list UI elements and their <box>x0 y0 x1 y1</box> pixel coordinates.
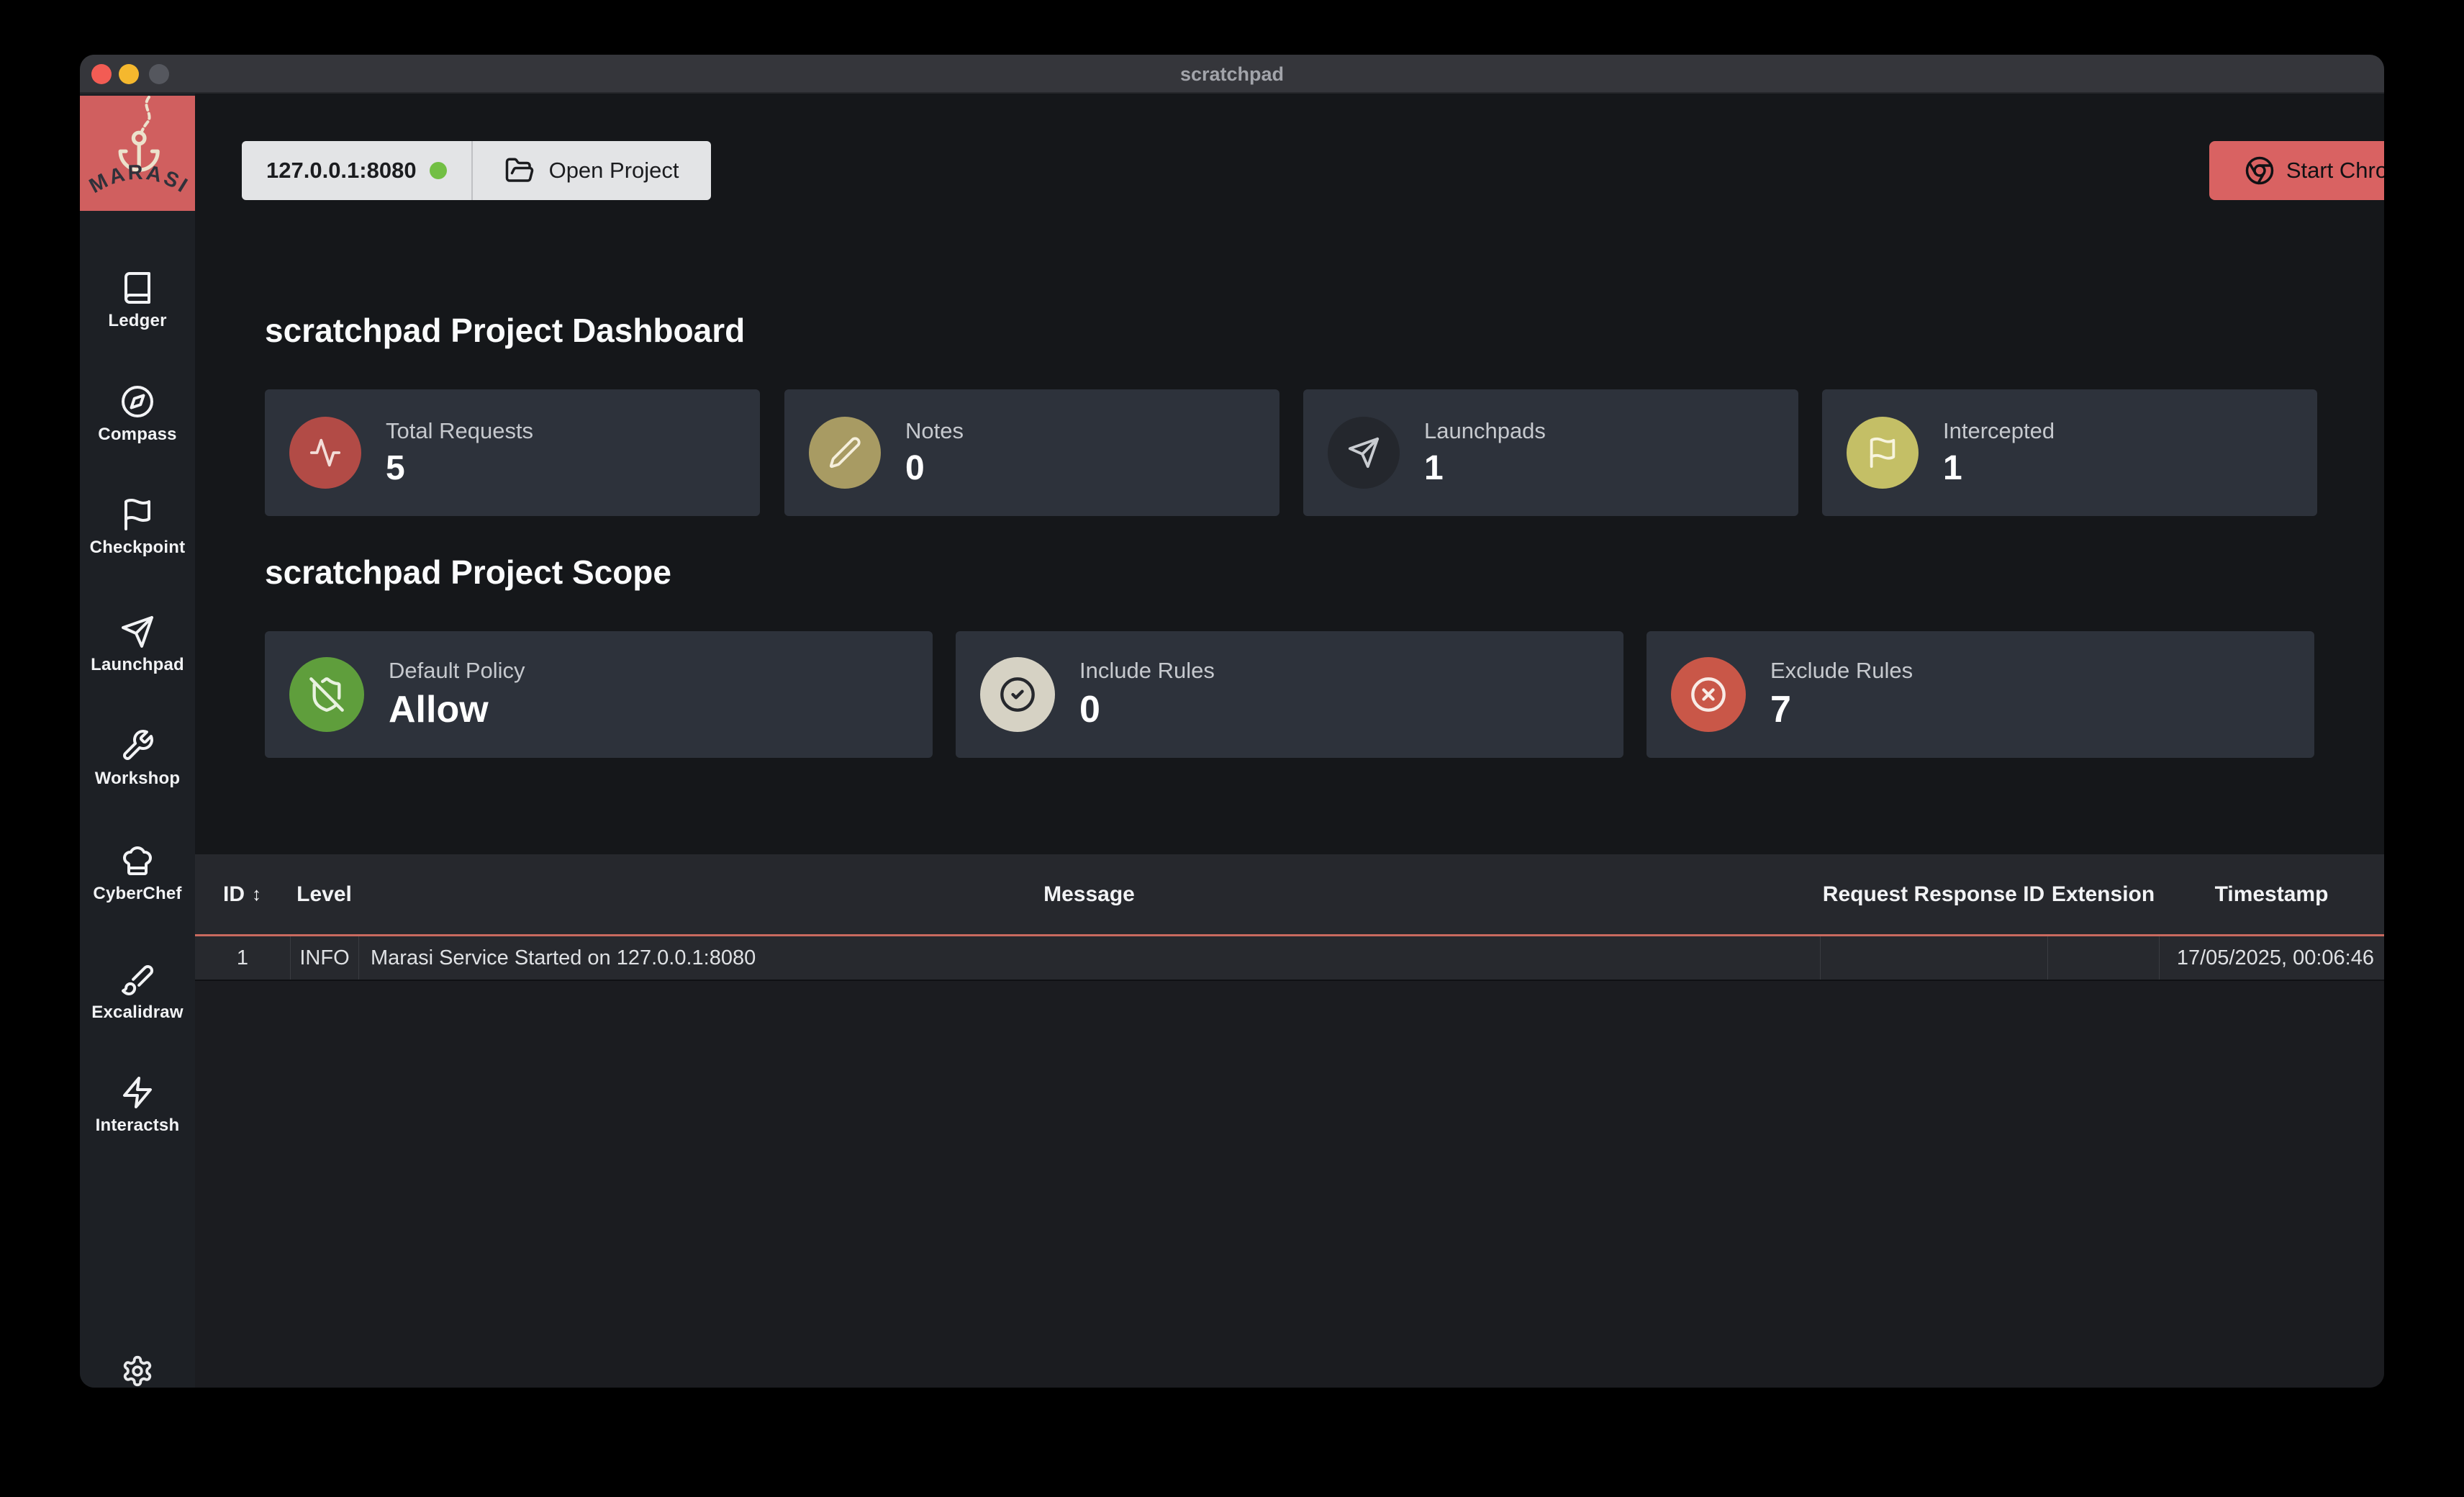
window-title: scratchpad <box>80 55 2384 94</box>
table-row[interactable]: 1 INFO Marasi Service Started on 127.0.0… <box>195 936 2384 981</box>
cell-request-response-id <box>1820 936 2047 980</box>
sort-icon[interactable]: ↕ <box>252 883 261 905</box>
start-chrome-button[interactable]: Start Chrome <box>2209 141 2384 200</box>
circle-check-icon <box>980 657 1055 732</box>
send-icon <box>120 615 155 649</box>
stat-value: 5 <box>386 448 533 488</box>
compass-icon <box>120 384 155 419</box>
shield-off-icon <box>289 657 364 732</box>
proxy-status-dot <box>430 162 447 179</box>
cell-id: 1 <box>195 936 290 980</box>
log-table: ID ↕ Level Message Request Response ID E… <box>195 854 2384 1388</box>
sidebar-item-cyberchef[interactable]: CyberChef <box>80 844 195 904</box>
gear-icon <box>121 1354 154 1388</box>
wrench-icon <box>120 728 155 763</box>
desktop-background: scratchpad MARASI <box>0 0 2464 1497</box>
open-project-label: Open Project <box>549 158 679 184</box>
proxy-address: 127.0.0.1:8080 <box>266 158 417 184</box>
sidebar-item-label: Compass <box>80 425 195 445</box>
title-bar[interactable]: scratchpad <box>80 55 2384 94</box>
chef-hat-icon <box>120 844 155 878</box>
app-window: scratchpad MARASI <box>80 55 2384 1388</box>
sidebar-item-excalidraw[interactable]: Excalidraw <box>80 962 195 1023</box>
flag-icon <box>1847 417 1919 489</box>
marasi-logo: MARASI <box>80 96 195 211</box>
scope-card-default-policy: Default Policy Allow <box>265 631 933 758</box>
cell-timestamp: 17/05/2025, 00:06:46 <box>2159 936 2384 980</box>
stat-label: Total Requests <box>386 418 533 444</box>
sidebar-item-label: Launchpad <box>80 655 195 675</box>
brush-icon <box>120 962 155 997</box>
sidebar: MARASI Ledger Compass Checkpoint Launchp… <box>80 94 195 1388</box>
stat-value: 0 <box>905 448 964 488</box>
cell-level: INFO <box>290 936 358 980</box>
stat-card-total-requests: Total Requests 5 <box>265 389 760 516</box>
column-header-timestamp[interactable]: Timestamp <box>2159 854 2384 934</box>
proxy-control: 127.0.0.1:8080 Open Project <box>242 141 711 200</box>
flag-icon <box>120 497 155 532</box>
anchor-icon: MARASI <box>80 96 195 211</box>
sidebar-item-launchpad[interactable]: Launchpad <box>80 615 195 675</box>
send-icon <box>1328 417 1400 489</box>
pencil-icon <box>809 417 881 489</box>
sidebar-item-checkpoint[interactable]: Checkpoint <box>80 497 195 558</box>
scope-label: Default Policy <box>389 658 525 684</box>
cell-extension <box>2047 936 2159 980</box>
open-project-button[interactable]: Open Project <box>473 141 711 200</box>
sidebar-item-workshop[interactable]: Workshop <box>80 728 195 789</box>
start-chrome-label: Start Chrome <box>2286 158 2384 184</box>
cell-message: Marasi Service Started on 127.0.0.1:8080 <box>358 936 1820 980</box>
scope-card-exclude-rules: Exclude Rules 7 <box>1647 631 2314 758</box>
chrome-icon <box>2245 155 2275 186</box>
sidebar-item-label: Excalidraw <box>80 1003 195 1023</box>
scope-value: 0 <box>1079 688 1215 731</box>
column-header-message[interactable]: Message <box>358 854 1820 934</box>
main-content: 127.0.0.1:8080 Open Project Start Chrome… <box>195 94 2384 1388</box>
dashboard-title: scratchpad Project Dashboard <box>265 311 745 350</box>
logo-text: MARASI <box>86 161 193 199</box>
stat-label: Intercepted <box>1943 418 2055 444</box>
stat-label: Notes <box>905 418 964 444</box>
settings-button[interactable] <box>80 1354 195 1388</box>
sidebar-item-interactsh[interactable]: Interactsh <box>80 1075 195 1136</box>
proxy-address-button[interactable]: 127.0.0.1:8080 <box>242 141 471 200</box>
sidebar-item-ledger[interactable]: Ledger <box>80 271 195 331</box>
svg-text:MARASI: MARASI <box>86 161 193 199</box>
sidebar-item-label: CyberChef <box>80 884 195 904</box>
sidebar-item-label: Workshop <box>80 769 195 789</box>
activity-icon <box>289 417 361 489</box>
column-header-level[interactable]: Level <box>290 854 358 934</box>
stat-card-intercepted: Intercepted 1 <box>1822 389 2317 516</box>
column-header-id[interactable]: ID ↕ <box>195 854 290 934</box>
sidebar-item-compass[interactable]: Compass <box>80 384 195 445</box>
sidebar-item-label: Ledger <box>80 311 195 331</box>
folder-open-icon <box>504 155 535 186</box>
column-header-extension[interactable]: Extension <box>2047 854 2159 934</box>
stat-card-notes: Notes 0 <box>784 389 1279 516</box>
log-table-header: ID ↕ Level Message Request Response ID E… <box>195 854 2384 936</box>
sidebar-item-label: Interactsh <box>80 1116 195 1136</box>
scope-label: Include Rules <box>1079 658 1215 684</box>
column-header-request-response-id[interactable]: Request Response ID <box>1820 854 2047 934</box>
book-icon <box>120 271 155 305</box>
stat-label: Launchpads <box>1424 418 1546 444</box>
scope-title: scratchpad Project Scope <box>265 553 671 592</box>
scope-value: Allow <box>389 688 525 731</box>
zap-icon <box>120 1075 155 1110</box>
scope-value: 7 <box>1770 688 1913 731</box>
scope-card-include-rules: Include Rules 0 <box>956 631 1623 758</box>
sidebar-item-label: Checkpoint <box>80 538 195 558</box>
scope-label: Exclude Rules <box>1770 658 1913 684</box>
stat-value: 1 <box>1943 448 2055 488</box>
stat-card-launchpads: Launchpads 1 <box>1303 389 1798 516</box>
stat-value: 1 <box>1424 448 1546 488</box>
circle-x-icon <box>1671 657 1746 732</box>
